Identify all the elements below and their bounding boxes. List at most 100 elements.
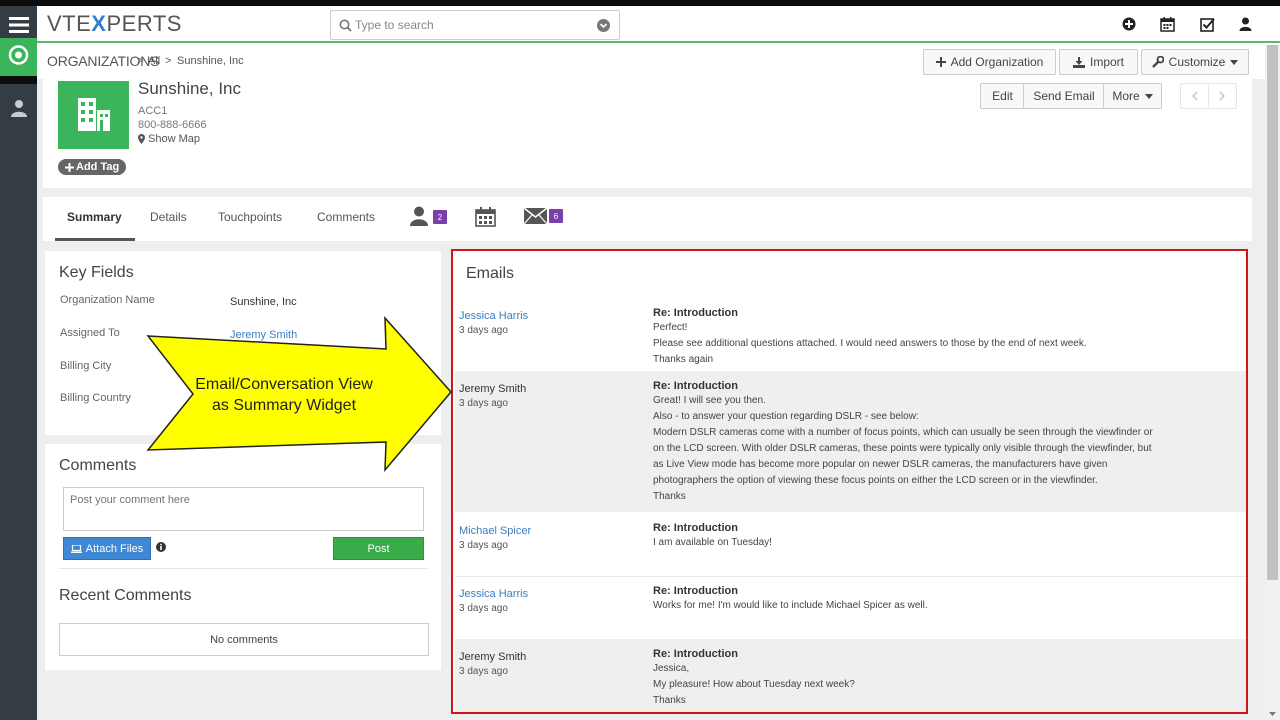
previous-record-button[interactable] xyxy=(1180,83,1209,109)
nav-item-contacts[interactable] xyxy=(0,96,37,120)
email-body-line: Great! I will see you then. xyxy=(653,395,766,406)
email-body-line: Thanks xyxy=(653,491,686,502)
more-button[interactable]: More xyxy=(1103,83,1162,109)
customize-button[interactable]: Customize xyxy=(1141,49,1249,75)
tasks-icon[interactable] xyxy=(1198,15,1216,33)
email-body-line: Perfect! xyxy=(653,322,688,333)
laptop-icon xyxy=(70,544,82,553)
tab-comments[interactable]: Comments xyxy=(317,210,375,224)
email-sender[interactable]: Jessica Harris xyxy=(459,310,528,322)
post-comment-button[interactable]: Post xyxy=(333,537,424,560)
field-label: Billing City xyxy=(60,360,112,372)
tab-details[interactable]: Details xyxy=(150,210,187,224)
search-input[interactable] xyxy=(355,16,595,34)
download-icon xyxy=(1072,56,1085,68)
organization-avatar xyxy=(58,81,129,149)
account-number: ACC1 xyxy=(138,105,168,117)
chevron-down-icon[interactable] xyxy=(597,19,610,32)
email-body-line: Thanks xyxy=(653,695,686,706)
email-item[interactable]: Jeremy Smith 3 days ago Re: Introduction… xyxy=(455,639,1246,712)
contacts-icon xyxy=(410,206,428,226)
email-body-line: photographers the option of viewing thes… xyxy=(653,475,1098,486)
email-sender[interactable]: Jessica Harris xyxy=(459,588,528,600)
calendar-icon[interactable] xyxy=(1158,15,1176,33)
email-sender[interactable]: Jeremy Smith xyxy=(459,651,526,663)
email-body-line: Modern DSLR cameras come with a number o… xyxy=(653,427,1153,438)
email-item[interactable]: Jessica Harris 3 days ago Re: Introducti… xyxy=(455,296,1246,371)
breadcrumb: ORGANIZATIONS > All > Sunshine, Inc Add … xyxy=(37,45,1265,79)
breadcrumb-separator: > xyxy=(137,55,144,67)
tab-summary[interactable]: Summary xyxy=(67,210,122,224)
global-search xyxy=(330,10,620,40)
nav-item-dashboard[interactable] xyxy=(0,38,37,84)
calendar-icon xyxy=(475,207,496,227)
tab-contacts[interactable]: 2 xyxy=(410,206,450,228)
email-body-line: on the LCD screen. With older DSLR camer… xyxy=(653,443,1152,454)
next-record-button[interactable] xyxy=(1208,83,1237,109)
app-logo[interactable]: VTEXPERTS xyxy=(47,11,182,37)
search-icon xyxy=(339,19,352,32)
email-subject: Re: Introduction xyxy=(653,307,738,319)
send-email-button[interactable]: Send Email xyxy=(1023,83,1105,109)
tab-touchpoints[interactable]: Touchpoints xyxy=(218,210,282,224)
recent-comments-title: Recent Comments xyxy=(59,587,192,604)
tab-activities[interactable] xyxy=(475,207,497,228)
field-label: Assigned To xyxy=(60,327,120,339)
email-body-line: as Live View mode has become more popula… xyxy=(653,459,1108,470)
email-subject: Re: Introduction xyxy=(653,522,738,534)
add-tag-button[interactable]: Add Tag xyxy=(58,159,127,175)
email-subject: Re: Introduction xyxy=(653,585,738,597)
attach-files-button[interactable]: Attach Files xyxy=(63,537,151,560)
emails-count-badge: 6 xyxy=(549,209,563,223)
top-header: VTEXPERTS xyxy=(37,6,1280,43)
record-name: Sunshine, Inc xyxy=(138,79,242,98)
breadcrumb-all[interactable]: All xyxy=(148,55,160,67)
email-item[interactable]: Jeremy Smith 3 days ago Re: Introduction… xyxy=(455,371,1246,512)
chevron-right-icon xyxy=(1219,91,1226,101)
menu-icon[interactable] xyxy=(0,10,37,40)
show-map-link[interactable]: Show Map xyxy=(138,133,200,145)
scrollbar-thumb[interactable] xyxy=(1267,45,1278,580)
comments-widget: Comments Attach Files Post Recent Commen… xyxy=(45,444,441,670)
contacts-count-badge: 2 xyxy=(433,210,447,224)
active-tab-indicator xyxy=(55,238,135,241)
add-organization-button[interactable]: Add Organization xyxy=(923,49,1056,75)
chevron-left-icon xyxy=(1191,91,1198,101)
callout-text: Email/Conversation View as Summary Widge… xyxy=(195,376,373,414)
email-time: 3 days ago xyxy=(459,603,508,614)
email-sender[interactable]: Michael Spicer xyxy=(459,525,531,537)
email-body-line: Works for me! I'm would like to include … xyxy=(653,600,928,611)
tab-emails[interactable]: 6 xyxy=(523,207,566,228)
email-item[interactable]: Michael Spicer 3 days ago Re: Introducti… xyxy=(455,512,1246,577)
divider xyxy=(59,568,427,569)
email-time: 3 days ago xyxy=(459,398,508,409)
field-label: Billing Country xyxy=(60,392,131,404)
import-button[interactable]: Import xyxy=(1059,49,1138,75)
info-icon[interactable] xyxy=(156,542,166,552)
user-profile-icon[interactable] xyxy=(1236,15,1254,33)
caret-down-icon xyxy=(1144,93,1153,99)
comment-textarea[interactable] xyxy=(63,487,424,531)
edit-button[interactable]: Edit xyxy=(980,83,1025,109)
email-body-line: Please see additional questions attached… xyxy=(653,338,1087,349)
email-body-line: My pleasure! How about Tuesday next week… xyxy=(653,679,855,690)
plus-icon xyxy=(65,162,74,172)
emails-title: Emails xyxy=(466,265,515,282)
quick-create-icon[interactable] xyxy=(1120,15,1138,33)
user-icon xyxy=(10,100,27,117)
email-body-line: I am available on Tuesday! xyxy=(653,537,772,548)
record-phone: 800-888-6666 xyxy=(138,119,207,131)
email-time: 3 days ago xyxy=(459,325,508,336)
emails-widget: Emails Jessica Harris 3 days ago Re: Int… xyxy=(451,249,1248,714)
key-fields-title: Key Fields xyxy=(59,264,134,281)
record-tabs: Summary Details Touchpoints Comments 2 6 xyxy=(43,197,1252,241)
scroll-down-arrow[interactable] xyxy=(1266,710,1279,718)
email-body-line: Also - to answer your question regarding… xyxy=(653,411,919,422)
email-sender[interactable]: Jeremy Smith xyxy=(459,383,526,395)
email-time: 3 days ago xyxy=(459,540,508,551)
email-item[interactable]: Jessica Harris 3 days ago Re: Introducti… xyxy=(455,577,1246,639)
building-icon xyxy=(78,98,110,131)
envelope-icon xyxy=(523,207,548,225)
caret-down-icon xyxy=(1230,59,1239,65)
email-subject: Re: Introduction xyxy=(653,648,738,660)
